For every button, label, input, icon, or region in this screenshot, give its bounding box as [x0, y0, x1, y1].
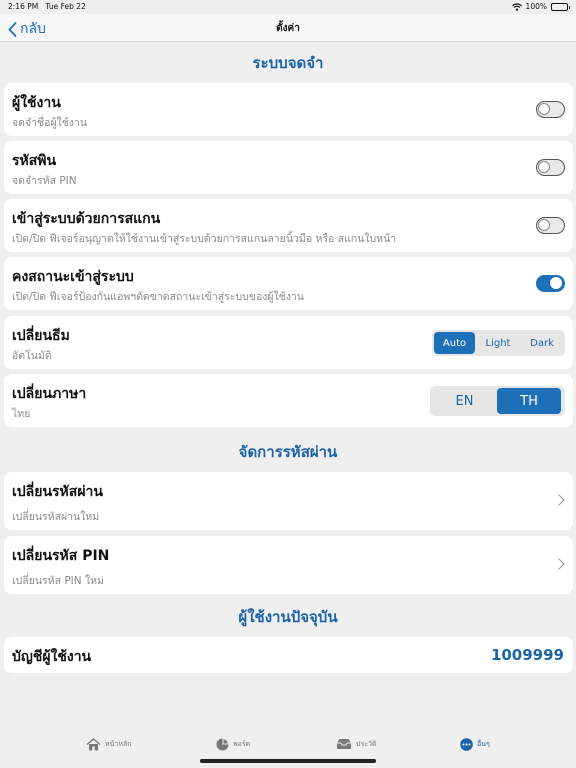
- status-time: 2:16 PM Tue Feb 22: [8, 2, 86, 11]
- battery-percent: 100%: [525, 2, 547, 11]
- scan-toggle[interactable]: [536, 217, 565, 234]
- setting-subtitle: เปิด/ปิด ฟีเจอร์อนุญาตให้ใช้งานเข้าสู่ระ…: [12, 233, 397, 245]
- account-label: บัญชีผู้ใช้งาน: [12, 649, 92, 665]
- setting-row-keep-login: คงสถานะเข้าสู่ระบบ เปิด/ปิด ฟีเจอร์ป้องก…: [4, 257, 573, 310]
- tab-home[interactable]: หน้าหลัก: [86, 738, 131, 751]
- pin-toggle[interactable]: [536, 159, 565, 176]
- setting-title: เปลี่ยนรหัส PIN: [12, 548, 110, 564]
- setting-row-pin: รหัสพิน จดจำรหัส PIN: [4, 141, 573, 194]
- theme-segmented-control: Auto Light Dark: [432, 330, 565, 356]
- tab-label: พอร์ต: [233, 740, 251, 748]
- setting-row-language: เปลี่ยนภาษา ไทย EN TH: [4, 374, 573, 427]
- setting-title: เปลี่ยนภาษา: [12, 386, 87, 402]
- keep-login-toggle[interactable]: [536, 275, 565, 292]
- more-icon: [460, 738, 473, 751]
- wifi-icon: [511, 2, 522, 11]
- theme-option-dark[interactable]: Dark: [521, 332, 563, 354]
- tab-history[interactable]: ประวัติ: [336, 738, 376, 750]
- setting-row-theme: เปลี่ยนธีม อัตโนมัติ Auto Light Dark: [4, 316, 573, 369]
- setting-subtitle: อัตโนมัติ: [12, 350, 52, 362]
- section-header-password: จัดการรหัสผ่าน: [238, 443, 338, 461]
- tab-label: หน้าหลัก: [105, 740, 132, 748]
- setting-subtitle: เปิด/ปิด ฟีเจอร์ป้องกันแอพฯตัดขาดสถานะเข…: [12, 291, 304, 303]
- status-bar: 2:16 PM Tue Feb 22 100%: [0, 0, 576, 14]
- change-password-row[interactable]: เปลี่ยนรหัสผ่าน เปลี่ยนรหัสผ่านใหม่: [4, 472, 573, 530]
- pie-chart-icon: [216, 738, 229, 751]
- nav-bar: กลับ ตั้งค่า: [0, 14, 576, 42]
- username-toggle[interactable]: [536, 101, 565, 118]
- language-option-th[interactable]: TH: [497, 388, 561, 414]
- tab-more[interactable]: อื่นๆ: [460, 738, 490, 751]
- setting-title: ผู้ใช้งาน: [12, 95, 61, 111]
- setting-subtitle: เปลี่ยนรหัสผ่านใหม่: [12, 511, 100, 523]
- tab-label: อื่นๆ: [477, 740, 490, 748]
- inbox-icon: [337, 739, 351, 749]
- setting-title: คงสถานะเข้าสู่ระบบ: [12, 269, 134, 285]
- theme-option-auto[interactable]: Auto: [434, 332, 475, 354]
- setting-title: เปลี่ยนรหัสผ่าน: [12, 484, 103, 500]
- tab-label: ประวัติ: [356, 739, 377, 748]
- chevron-right-icon: [553, 494, 565, 506]
- status-right: 100%: [511, 2, 570, 11]
- page-title: ตั้งค่า: [276, 23, 300, 34]
- home-indicator: [200, 759, 376, 763]
- change-pin-row[interactable]: เปลี่ยนรหัส PIN เปลี่ยนรหัส PIN ใหม่: [4, 536, 573, 594]
- setting-subtitle: ไทย: [12, 408, 31, 420]
- account-number: 1009999: [490, 646, 564, 664]
- chevron-right-icon: [553, 558, 565, 570]
- setting-row-scan: เข้าสู่ระบบด้วยการสแกน เปิด/ปิด ฟีเจอร์อ…: [4, 199, 573, 252]
- language-segmented-control: EN TH: [430, 386, 565, 416]
- setting-title: รหัสพิน: [12, 153, 57, 169]
- account-row: บัญชีผู้ใช้งาน 1009999: [4, 637, 573, 673]
- setting-title: เปลี่ยนธีม: [12, 328, 70, 344]
- setting-subtitle: จดจำชื่อผู้ใช้งาน: [12, 117, 88, 129]
- setting-row-username: ผู้ใช้งาน จดจำชื่อผู้ใช้งาน: [4, 83, 573, 136]
- battery-icon: [551, 2, 570, 11]
- tab-portfolio[interactable]: พอร์ต: [216, 738, 250, 751]
- section-header-memory: ระบบจดจำ: [252, 54, 324, 72]
- home-icon: [86, 738, 101, 751]
- setting-title: เข้าสู่ระบบด้วยการสแกน: [12, 211, 161, 227]
- setting-subtitle: เปลี่ยนรหัส PIN ใหม่: [12, 575, 104, 587]
- theme-option-light[interactable]: Light: [475, 332, 521, 354]
- language-option-en[interactable]: EN: [432, 388, 497, 414]
- section-header-current-user: ผู้ใช้งานปัจจุบัน: [238, 608, 338, 626]
- setting-subtitle: จดจำรหัส PIN: [12, 175, 77, 187]
